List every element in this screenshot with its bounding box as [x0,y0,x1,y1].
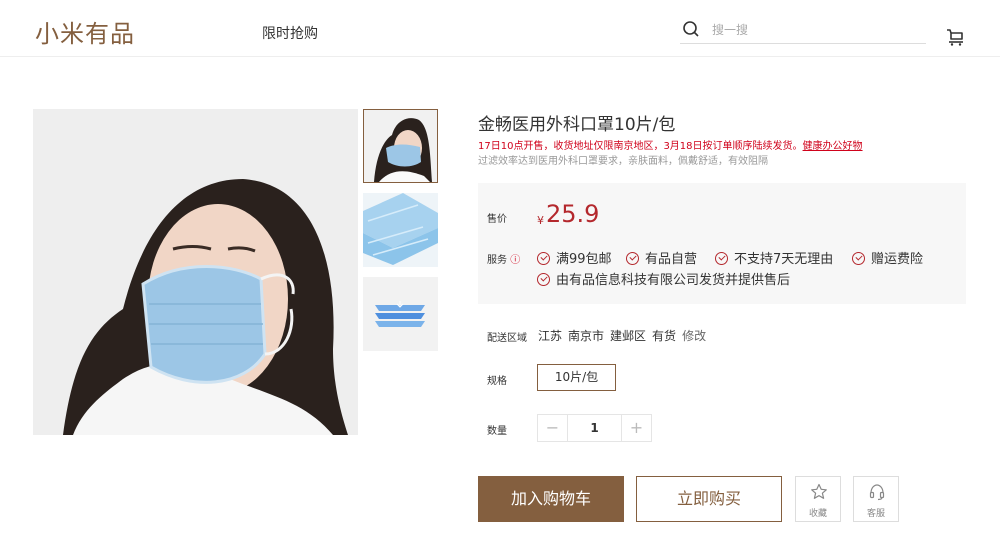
service-button-label: 客服 [866,509,885,519]
star-icon [811,483,827,499]
edit-address-link[interactable]: 修改 [682,329,706,343]
woman-wearing-mask-image [33,109,358,435]
notice-link[interactable]: 健康办公好物 [803,141,863,152]
price-label: 售价 [487,214,507,225]
service-text: 满99包邮 [556,252,612,267]
search-bar [680,16,926,44]
quantity-label: 数量 [487,426,507,437]
product-title: 金畅医用外科口罩10片/包 [478,115,676,135]
favorite-label: 收藏 [808,509,827,519]
headset-icon [869,484,885,501]
delivery-province: 江苏 [538,329,563,343]
thumbnail-3[interactable] [363,277,438,351]
delivery-city: 南京市 [568,329,605,343]
service-item: 不支持7天无理由 [715,248,833,267]
header: 小米有品 限时抢购 [0,0,1000,57]
logo[interactable]: 小米有品 [35,14,135,49]
currency-symbol: ¥ [537,214,544,227]
cart-icon[interactable] [945,27,965,47]
thumbnail-woman-mask-image [364,110,437,182]
stock-status: 有货 [652,329,677,343]
add-to-cart-button[interactable]: 加入购物车 [478,476,624,522]
thumbnail-1[interactable] [363,109,438,183]
service-item: 赠运费险 [852,248,923,267]
service-item: 满99包邮 [537,248,612,267]
sale-notice: 17日10点开售，收货地址仅限南京地区，3月18日按订单顺序陆续发货。健康办公好… [478,137,863,152]
service-label: 服务 ⓘ [487,251,520,266]
service-text: 赠运费险 [871,252,924,267]
check-circle-icon [626,252,639,265]
search-input[interactable] [712,21,912,39]
check-circle-icon [852,252,865,265]
thumbnail-stacked-masks-image [363,193,438,267]
thumbnail-2[interactable] [363,193,438,267]
favorite-button[interactable]: 收藏 [795,476,841,522]
main-product-image [33,109,358,435]
spec-option-button[interactable]: 10片/包 [537,364,616,391]
service-item: 由有品信息科技有限公司发货并提供售后 [537,269,790,288]
quantity-plus-button[interactable]: + [621,415,651,441]
quantity-minus-button[interactable]: − [538,415,568,441]
price-box: 售价 ¥ 25.9 服务 ⓘ 满99包邮 有品自营 不支持7天无理由 赠运费险 … [478,183,966,304]
spec-label: 规格 [487,376,507,387]
buy-now-button[interactable]: 立即购买 [636,476,782,522]
product-subtitle: 过滤效率达到医用外科口罩要求，亲肤面料，佩戴舒适，有效阻隔 [478,156,768,167]
thumbnail-mask-layers-image [363,277,438,351]
service-item: 有品自营 [626,248,697,267]
service-text: 不支持7天无理由 [734,252,834,267]
quantity-input[interactable]: 1 [569,415,620,441]
check-circle-icon [715,252,728,265]
check-circle-icon [537,252,550,265]
delivery-district: 建邺区 [610,329,647,343]
delivery-label: 配送区域 [487,333,527,344]
service-text: 有品自营 [645,252,698,267]
customer-service-button[interactable]: 客服 [853,476,899,522]
check-circle-icon [537,273,550,286]
price-value: 25.9 [546,200,600,228]
quantity-stepper: − 1 + [537,414,652,442]
nav-flash-sale[interactable]: 限时抢购 [262,23,318,43]
sale-notice-text: 17日10点开售，收货地址仅限南京地区，3月18日按订单顺序陆续发货。 [478,141,803,152]
delivery-address: 江苏 南京市 建邺区 有货 修改 [538,327,712,344]
service-label-text: 服务 [487,255,507,266]
search-icon[interactable] [682,20,700,38]
info-icon[interactable]: ⓘ [510,255,520,266]
service-text: 由有品信息科技有限公司发货并提供售后 [556,273,791,288]
